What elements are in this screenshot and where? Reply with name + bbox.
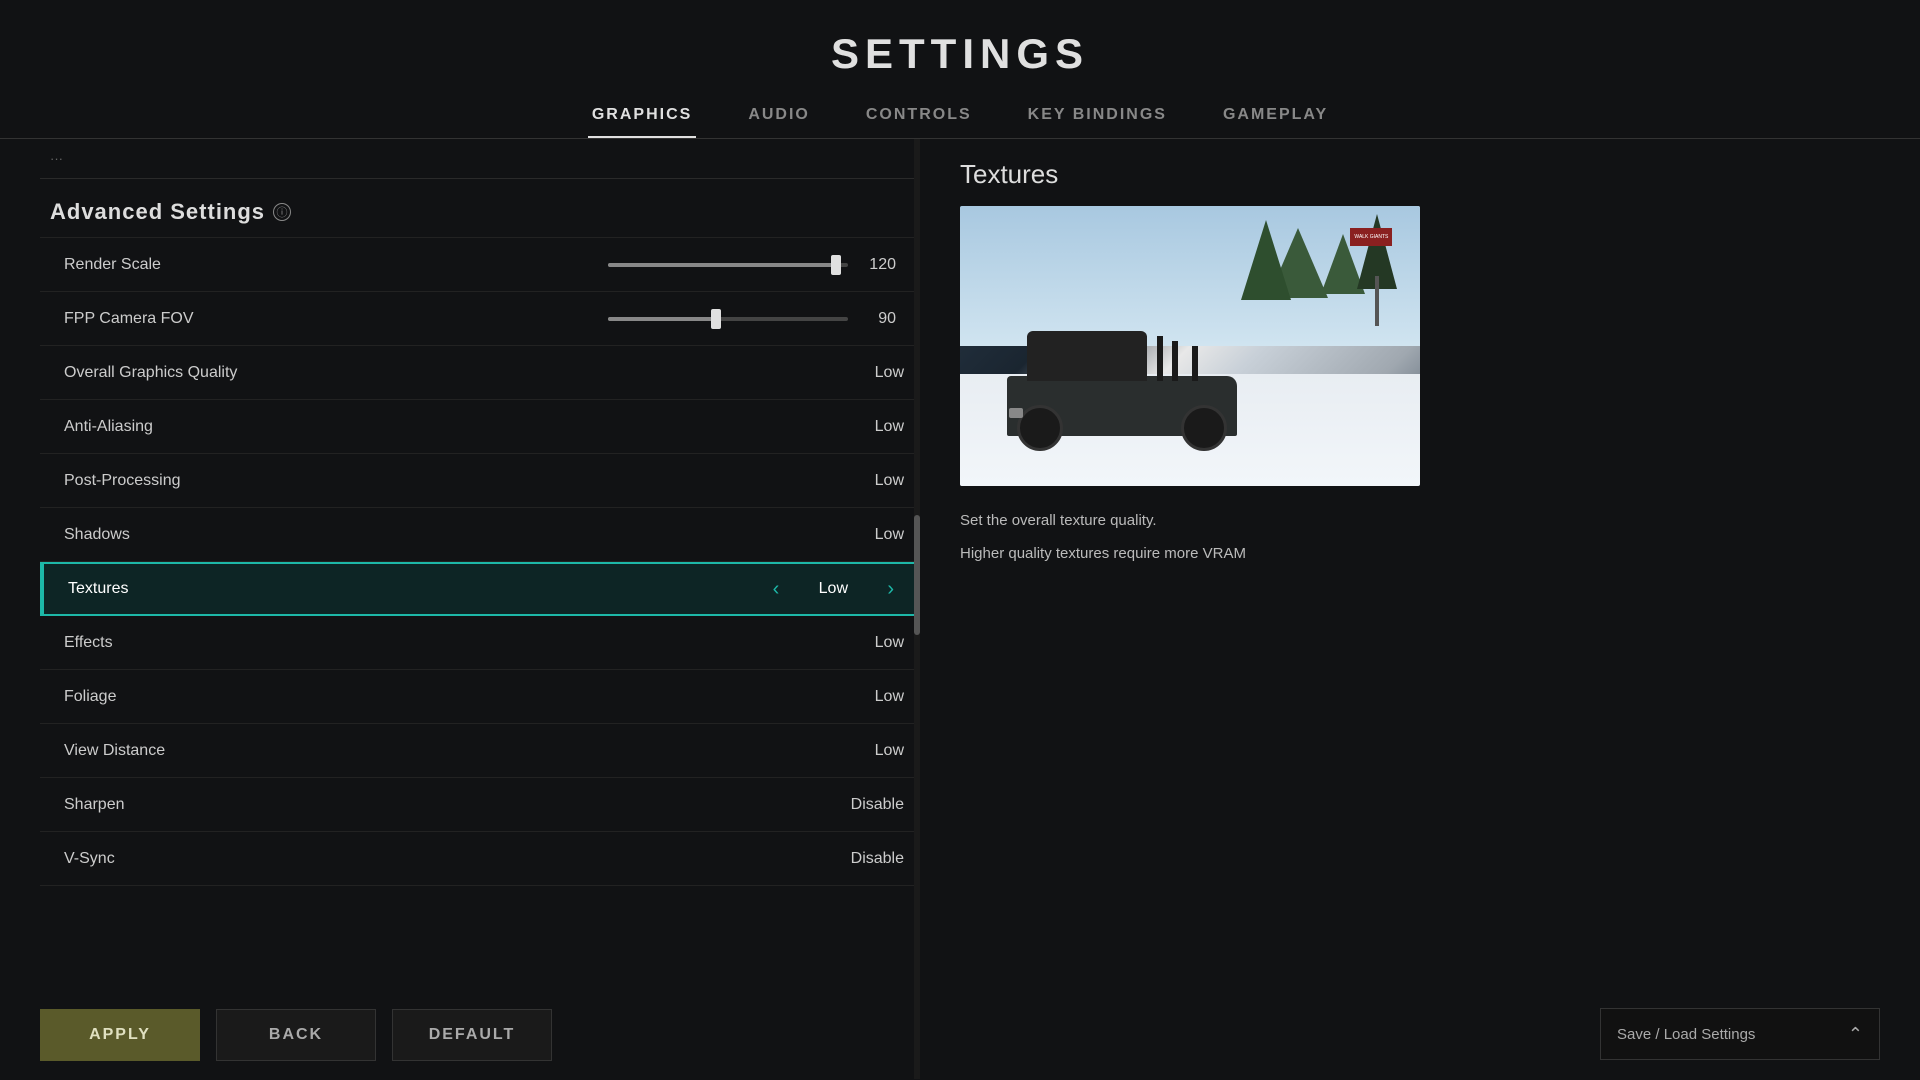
setting-name-fpp-camera-fov: FPP Camera FOV [64, 310, 480, 328]
settings-header: SETTINGS GRAPHICS AUDIO CONTROLS KEY BIN… [0, 0, 1920, 139]
info-icon[interactable]: ⓘ [273, 203, 291, 221]
view-distance-value: Low [875, 742, 904, 760]
setting-name-vsync: V-Sync [64, 850, 851, 868]
back-button[interactable]: BACK [216, 1009, 376, 1061]
overall-graphics-value: Low [875, 364, 904, 382]
effects-value: Low [875, 634, 904, 652]
setting-name-shadows: Shadows [64, 526, 875, 544]
setting-name-overall-graphics: Overall Graphics Quality [64, 364, 875, 382]
post-processing-value: Low [875, 472, 904, 490]
tab-gameplay[interactable]: GAMEPLAY [1219, 96, 1332, 138]
render-scale-slider-container: 120 [480, 256, 904, 274]
setting-row-fpp-camera-fov[interactable]: FPP Camera FOV 90 [40, 292, 920, 346]
apply-button[interactable]: APPLY [40, 1009, 200, 1061]
setting-row-textures[interactable]: Textures ‹ Low › [40, 562, 920, 616]
right-panel: Textures WALK GIANTS [920, 139, 1920, 1079]
fpp-fov-track[interactable] [608, 317, 848, 321]
main-tabs: GRAPHICS AUDIO CONTROLS KEY BINDINGS GAM… [0, 96, 1920, 139]
vsync-value: Disable [851, 850, 904, 868]
scene-sign-post [1375, 276, 1379, 326]
setting-name-foliage: Foliage [64, 688, 875, 706]
textures-value: Low [803, 580, 863, 598]
fpp-fov-value: 90 [860, 310, 896, 328]
page-title: SETTINGS [0, 30, 1920, 78]
setting-row-anti-aliasing[interactable]: Anti-Aliasing Low [40, 400, 920, 454]
textures-next-btn[interactable]: › [879, 574, 902, 605]
jeep-roll-cage1 [1157, 336, 1163, 381]
setting-name-post-processing: Post-Processing [64, 472, 875, 490]
setting-row-foliage[interactable]: Foliage Low [40, 670, 920, 724]
left-panel: ··· Advanced Settings ⓘ Render Scale 120 [0, 139, 920, 1079]
setting-name-anti-aliasing: Anti-Aliasing [64, 418, 875, 436]
setting-row-post-processing[interactable]: Post-Processing Low [40, 454, 920, 508]
preview-image: WALK GIANTS [960, 206, 1420, 486]
bottom-bar: APPLY BACK DEFAULT Save / Load Settings … [0, 990, 1920, 1080]
main-layout: ··· Advanced Settings ⓘ Render Scale 120 [0, 139, 1920, 1079]
tab-keybindings[interactable]: KEY BINDINGS [1024, 96, 1171, 138]
jeep-cab [1027, 331, 1147, 381]
scene-sign-text: WALK GIANTS [1354, 235, 1388, 241]
sharpen-value: Disable [851, 796, 904, 814]
setting-row-vsync[interactable]: V-Sync Disable [40, 832, 920, 886]
default-button[interactable]: DEFAULT [392, 1009, 552, 1061]
render-scale-fill [608, 263, 836, 267]
shadows-value: Low [875, 526, 904, 544]
preview-title: Textures [960, 159, 1880, 190]
preview-desc2: Higher quality textures require more VRA… [960, 543, 1880, 566]
setting-name-textures: Textures [68, 580, 485, 598]
save-load-button[interactable]: Save / Load Settings ⌃ [1600, 1008, 1880, 1060]
render-scale-track[interactable] [608, 263, 848, 267]
setting-name-sharpen: Sharpen [64, 796, 851, 814]
render-scale-thumb[interactable] [831, 255, 841, 275]
jeep-wheel-front [1017, 405, 1063, 451]
setting-row-sharpen[interactable]: Sharpen Disable [40, 778, 920, 832]
jeep-headlight [1009, 408, 1023, 418]
fpp-fov-fill [608, 317, 716, 321]
jeep-wheel-rear [1181, 405, 1227, 451]
setting-name-effects: Effects [64, 634, 875, 652]
textures-prev-btn[interactable]: ‹ [765, 574, 788, 605]
scrollbar[interactable] [914, 139, 920, 1079]
setting-row-effects[interactable]: Effects Low [40, 616, 920, 670]
tab-graphics[interactable]: GRAPHICS [588, 96, 696, 138]
jeep-roll-cage3 [1192, 346, 1198, 381]
setting-name-view-distance: View Distance [64, 742, 875, 760]
chevron-up-icon: ⌃ [1848, 1024, 1863, 1045]
partial-header: ··· [40, 139, 920, 179]
setting-row-render-scale[interactable]: Render Scale 120 [40, 238, 920, 292]
setting-row-overall-graphics[interactable]: Overall Graphics Quality Low [40, 346, 920, 400]
setting-row-shadows[interactable]: Shadows Low [40, 508, 920, 562]
scroll-indicator [914, 515, 920, 635]
scene-sign-board: WALK GIANTS [1350, 228, 1392, 246]
scene-tree2 [1241, 220, 1291, 300]
anti-aliasing-value: Low [875, 418, 904, 436]
render-scale-value: 120 [860, 256, 896, 274]
partial-header-text: ··· [50, 151, 63, 166]
settings-list: Render Scale 120 FPP Camera FOV [40, 237, 920, 886]
setting-name-render-scale: Render Scale [64, 256, 480, 274]
setting-row-view-distance[interactable]: View Distance Low [40, 724, 920, 778]
preview-desc1: Set the overall texture quality. [960, 510, 1880, 533]
tab-controls[interactable]: CONTROLS [862, 96, 976, 138]
fpp-fov-thumb[interactable] [711, 309, 721, 329]
scene-jeep [997, 336, 1247, 436]
textures-select-container: ‹ Low › [485, 574, 902, 605]
advanced-settings-header: Advanced Settings ⓘ [40, 179, 920, 237]
foliage-value: Low [875, 688, 904, 706]
fpp-fov-slider-container: 90 [480, 310, 904, 328]
advanced-settings-title: Advanced Settings [50, 199, 265, 225]
jeep-roll-cage2 [1172, 341, 1178, 381]
save-load-label: Save / Load Settings [1617, 1026, 1755, 1043]
tab-audio[interactable]: AUDIO [744, 96, 814, 138]
